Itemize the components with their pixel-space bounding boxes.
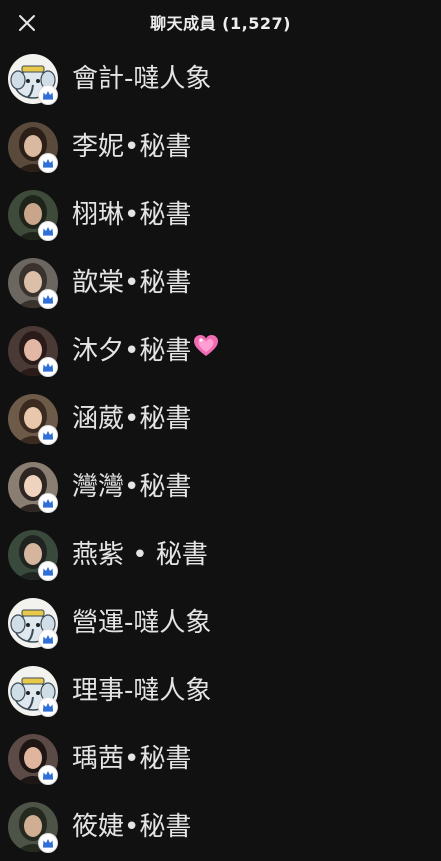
- crown-icon: [43, 635, 53, 644]
- crown-icon: [43, 159, 53, 168]
- crown-badge: [38, 85, 58, 105]
- crown-badge: [38, 561, 58, 581]
- member-name: 瑀茜•秘書: [72, 744, 192, 774]
- member-list[interactable]: 會計-噠人象 李妮•秘書 栩琳•秘書 歆棠•秘書 沐夕•秘書 涵葳•秘書 灣灣•…: [0, 45, 441, 861]
- list-item[interactable]: 李妮•秘書: [0, 113, 441, 181]
- crown-icon: [43, 839, 53, 848]
- crown-badge: [38, 493, 58, 513]
- member-name: 涵葳•秘書: [72, 404, 192, 434]
- heart-icon: [193, 333, 219, 367]
- list-item[interactable]: 歆棠•秘書: [0, 249, 441, 317]
- crown-icon: [43, 363, 53, 372]
- member-name: 理事-噠人象: [72, 676, 212, 706]
- crown-badge: [38, 425, 58, 445]
- page-title: 聊天成員 (1,527): [150, 14, 291, 33]
- crown-badge: [38, 697, 58, 717]
- crown-badge: [38, 357, 58, 377]
- crown-badge: [38, 765, 58, 785]
- header-bar: 聊天成員 (1,527): [0, 0, 441, 46]
- crown-icon: [43, 431, 53, 440]
- member-name-text: 沐夕•秘書: [72, 336, 192, 366]
- member-name: 營運-噠人象: [72, 608, 212, 638]
- list-item[interactable]: 會計-噠人象: [0, 45, 441, 113]
- member-name: 栩琳•秘書: [72, 200, 192, 230]
- list-item[interactable]: 沐夕•秘書: [0, 317, 441, 385]
- member-name: 燕紫 • 秘書: [72, 540, 208, 570]
- crown-badge: [38, 833, 58, 853]
- member-name: 筱婕•秘書: [72, 812, 192, 842]
- crown-badge: [38, 289, 58, 309]
- crown-badge: [38, 221, 58, 241]
- member-name: 灣灣•秘書: [72, 472, 192, 502]
- crown-icon: [43, 91, 53, 100]
- crown-icon: [43, 499, 53, 508]
- crown-icon: [43, 703, 53, 712]
- list-item[interactable]: 筱婕•秘書: [0, 793, 441, 861]
- list-item[interactable]: 灣灣•秘書: [0, 453, 441, 521]
- list-item[interactable]: 栩琳•秘書: [0, 181, 441, 249]
- crown-icon: [43, 227, 53, 236]
- list-item[interactable]: 理事-噠人象: [0, 657, 441, 725]
- member-name: 沐夕•秘書: [72, 334, 219, 368]
- list-item[interactable]: 涵葳•秘書: [0, 385, 441, 453]
- member-name: 歆棠•秘書: [72, 268, 192, 298]
- crown-icon: [43, 771, 53, 780]
- crown-badge: [38, 629, 58, 649]
- crown-icon: [43, 567, 53, 576]
- list-item[interactable]: 瑀茜•秘書: [0, 725, 441, 793]
- crown-badge: [38, 153, 58, 173]
- member-name: 李妮•秘書: [72, 132, 192, 162]
- list-item[interactable]: 營運-噠人象: [0, 589, 441, 657]
- list-item[interactable]: 燕紫 • 秘書: [0, 521, 441, 589]
- member-name: 會計-噠人象: [72, 64, 212, 94]
- crown-icon: [43, 295, 53, 304]
